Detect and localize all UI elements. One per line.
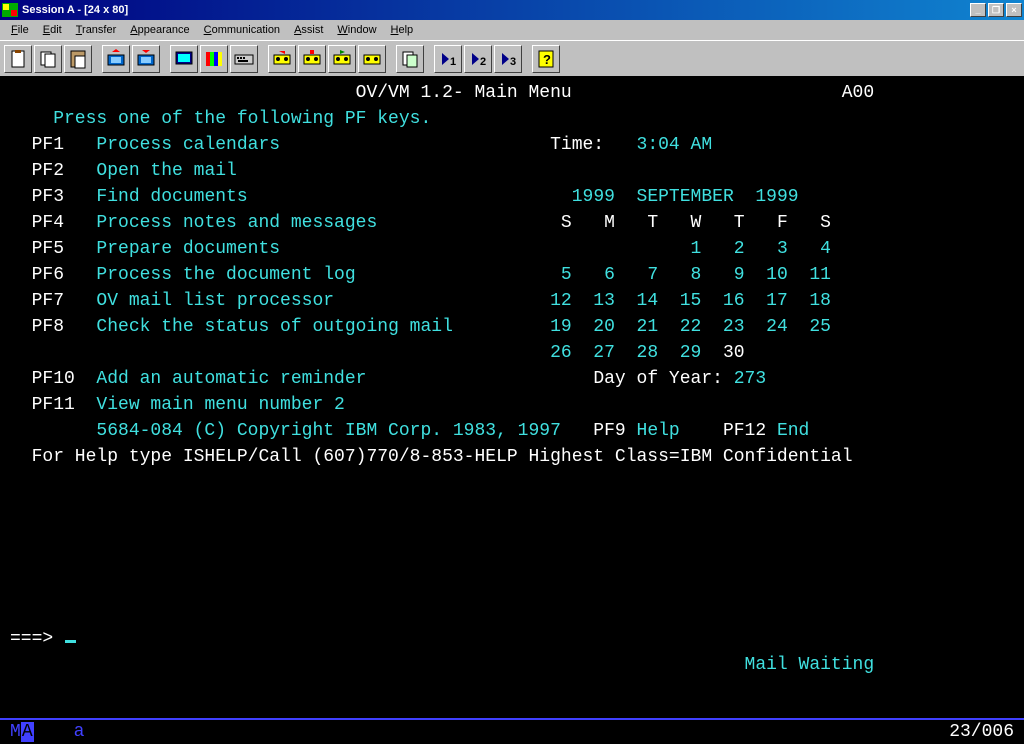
svg-text:2: 2	[480, 56, 486, 68]
terminal-screen: OV/VM 1.2- Main Menu A00 Press one of th…	[0, 76, 1024, 718]
display-icon[interactable]	[170, 45, 198, 73]
menu-edit[interactable]: Edit	[36, 22, 69, 38]
keyboard-icon[interactable]	[230, 45, 258, 73]
terminal-app-icon	[2, 3, 18, 17]
status-m: M	[10, 722, 21, 742]
svg-text:3: 3	[510, 56, 516, 68]
window-title: Session A - [24 x 80]	[22, 4, 970, 16]
menu-assist[interactable]: Assist	[287, 22, 330, 38]
screen-title: OV/VM 1.2- Main Menu	[356, 83, 572, 103]
cursor	[65, 640, 76, 643]
toolbar: 1 2 3?	[0, 40, 1024, 76]
svg-text:?: ?	[543, 52, 551, 67]
menubar: FileEditTransferAppearanceCommunicationA…	[0, 20, 1024, 40]
color-icon[interactable]	[200, 45, 228, 73]
help-icon[interactable]: ?	[532, 45, 560, 73]
status-session: a	[74, 722, 85, 742]
menu-communication[interactable]: Communication	[197, 22, 287, 38]
command-input[interactable]	[76, 626, 976, 652]
menu-window[interactable]: Window	[330, 22, 383, 38]
clipboard-icon[interactable]	[4, 45, 32, 73]
svg-text:1: 1	[450, 56, 456, 68]
cursor-position: 23/006	[949, 722, 1014, 742]
command-prompt: ===>	[10, 629, 64, 649]
status-a-indicator: A	[21, 722, 34, 742]
play-icon[interactable]	[328, 45, 356, 73]
maximize-button[interactable]: ❐	[988, 3, 1004, 17]
record-icon[interactable]	[268, 45, 296, 73]
macro1-icon[interactable]: 1	[434, 45, 462, 73]
menu-transfer[interactable]: Transfer	[69, 22, 124, 38]
macro3-icon[interactable]: 3	[494, 45, 522, 73]
copy-icon[interactable]	[34, 45, 62, 73]
stop-icon[interactable]	[298, 45, 326, 73]
remap-icon[interactable]	[396, 45, 424, 73]
menu-help[interactable]: Help	[384, 22, 421, 38]
minimize-button[interactable]: _	[970, 3, 986, 17]
menu-appearance[interactable]: Appearance	[123, 22, 196, 38]
close-button[interactable]: ×	[1006, 3, 1022, 17]
window-controls: _ ❐ ×	[970, 3, 1022, 17]
receive-icon[interactable]	[132, 45, 160, 73]
menu-file[interactable]: File	[4, 22, 36, 38]
send-icon[interactable]	[102, 45, 130, 73]
status-bar: MA a 23/006	[0, 718, 1024, 744]
titlebar: Session A - [24 x 80] _ ❐ ×	[0, 0, 1024, 20]
status-indicators: MA a	[10, 722, 84, 742]
macro2-icon[interactable]: 2	[464, 45, 492, 73]
tape-icon[interactable]	[358, 45, 386, 73]
paste-icon[interactable]	[64, 45, 92, 73]
